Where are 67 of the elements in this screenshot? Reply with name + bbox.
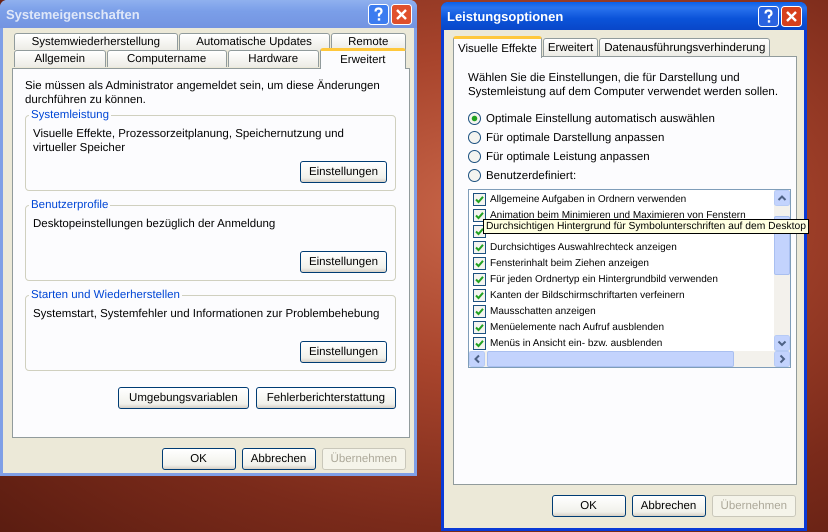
checkbox[interactable]: [473, 208, 486, 222]
scroll-up-icon[interactable]: [774, 190, 790, 206]
dialog-button[interactable]: Abbrechen: [242, 448, 316, 470]
radio-button[interactable]: [468, 131, 481, 144]
group-title: Systemleistung: [30, 109, 110, 121]
info-text: Sie müssen als Administrator angemeldet sein, um diese Änderungen durchführen zu können.: [25, 79, 381, 107]
settings-button[interactable]: Einstellungen: [300, 161, 387, 183]
group-description: Desktopeinstellungen bezüglich der Anmeldung: [33, 217, 276, 232]
checkbox[interactable]: [473, 272, 486, 286]
dialog-button[interactable]: Fehlerberichterstattung: [256, 387, 396, 409]
tab[interactable]: Systemwiederherstellung: [14, 33, 178, 50]
effect-label: Mausschatten anzeigen: [490, 306, 596, 316]
window-title: Leistungsoptionen: [447, 8, 564, 24]
tab[interactable]: Computername: [106, 50, 227, 67]
effect-label: Animation beim Minimieren und Maximieren von Fenstern: [490, 210, 746, 220]
checkbox[interactable]: [473, 288, 486, 302]
scroll-thumb[interactable]: [487, 351, 734, 367]
checkbox[interactable]: [473, 320, 486, 334]
dialog-button[interactable]: OK: [162, 448, 236, 470]
scroll-right-icon[interactable]: [774, 351, 790, 367]
effect-label: Kanten der Bildschirmschriftarten verfeinern: [490, 290, 685, 300]
checkbox[interactable]: [473, 192, 486, 206]
dialog-button[interactable]: OK: [552, 495, 626, 517]
radio-option[interactable]: Benutzerdefiniert:: [468, 169, 782, 182]
radio-label: Für optimale Leistung anpassen: [486, 150, 650, 162]
radio-label: Für optimale Darstellung anpassen: [486, 132, 664, 144]
effect-label: Allgemeine Aufgaben in Ordnern verwenden: [490, 194, 686, 204]
tab[interactable]: Automatische Updates: [178, 33, 330, 50]
group-title: Benutzerprofile: [30, 199, 110, 211]
checkbox[interactable]: [473, 304, 486, 318]
effect-label: Durchsichtiges Auswahlrechteck anzeigen: [490, 242, 677, 252]
group-description: Systemstart, Systemfehler und Informationen zur Problembehebung: [33, 307, 380, 322]
effect-label: Menüs in Ansicht ein- bzw. ausblenden: [490, 338, 662, 348]
effect-label: Menüelemente nach Aufruf ausblenden: [490, 322, 664, 332]
dialog-button[interactable]: Abbrechen: [632, 495, 706, 517]
close-icon[interactable]: [781, 6, 802, 26]
tab[interactable]: Erweitert: [320, 48, 406, 69]
radio-button[interactable]: [468, 150, 481, 163]
horizontal-scrollbar[interactable]: [469, 351, 790, 367]
scroll-left-icon[interactable]: [469, 351, 485, 367]
tab[interactable]: Hardware: [228, 50, 319, 67]
dialog-button[interactable]: Umgebungsvariablen: [118, 387, 249, 409]
radio-button[interactable]: [468, 112, 481, 125]
group-description: Visuelle Effekte, Prozessorzeitplanung, Speichernutzung und virtueller Speicher: [33, 127, 345, 155]
scroll-down-icon[interactable]: [774, 335, 790, 351]
tooltip: Durchsichtigen Hintergrund für Symbolunterschriften auf dem Desktop: [483, 219, 809, 234]
tab[interactable]: Visuelle Effekte: [453, 36, 542, 58]
tab[interactable]: Allgemein: [14, 50, 106, 67]
tab[interactable]: Datenausführungsverhinderung: [599, 38, 770, 56]
window-title: Systemeigenschaften: [6, 6, 141, 22]
checkbox[interactable]: [473, 336, 486, 350]
effect-label: Für jeden Ordnertyp ein Hintergrundbild verwenden: [490, 274, 718, 284]
radio-label: Optimale Einstellung automatisch auswählen: [486, 112, 715, 124]
tab[interactable]: Erweitert: [542, 38, 598, 56]
settings-button[interactable]: Einstellungen: [300, 341, 387, 363]
radio-button[interactable]: [468, 169, 481, 182]
checkbox[interactable]: [473, 256, 486, 270]
radio-label: Benutzerdefiniert:: [486, 170, 576, 182]
radio-option[interactable]: Für optimale Leistung anpassen: [468, 150, 782, 163]
effect-label: Fensterinhalt beim Ziehen anzeigen: [490, 258, 649, 268]
radio-option[interactable]: Optimale Einstellung automatisch auswählen: [468, 112, 782, 125]
radio-option[interactable]: Für optimale Darstellung anpassen: [468, 131, 782, 144]
info-text: Wählen Sie die Einstellungen, die für Darstellung und Systemleistung auf dem Computer verwendet werden sollen.: [468, 71, 780, 99]
checkbox[interactable]: [473, 240, 486, 254]
settings-button[interactable]: Einstellungen: [300, 251, 387, 273]
group-title: Starten und Wiederherstellen: [30, 289, 181, 301]
help-icon[interactable]: [758, 6, 779, 26]
